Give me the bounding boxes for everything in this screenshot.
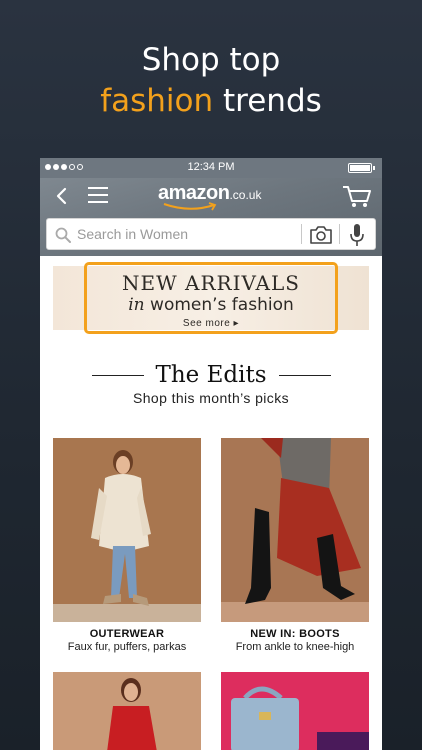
banner-subtitle-rest: women’s fashion xyxy=(144,295,294,315)
edits-subtitle: Shop this month’s picks xyxy=(132,390,289,406)
divider-line xyxy=(91,374,144,376)
edit-card-dress[interactable] xyxy=(53,672,201,750)
edit-card-outerwear[interactable]: OUTERWEAR Faux fur, puffers, parkas xyxy=(53,438,201,653)
banner-subtitle: in women’s fashion xyxy=(87,295,335,315)
search-icon[interactable] xyxy=(55,227,71,243)
promo-headline: Shop top fashion trends xyxy=(0,40,422,122)
banner-title: NEW ARRIVALS xyxy=(122,271,300,295)
bags-photo xyxy=(221,672,369,750)
camera-icon[interactable] xyxy=(309,225,333,245)
logo-word: amazon xyxy=(158,182,230,204)
card-description: Faux fur, puffers, parkas xyxy=(67,641,187,653)
outerwear-photo xyxy=(53,438,201,622)
promo-line-2-rest: trends xyxy=(213,83,322,119)
cart-icon[interactable] xyxy=(342,183,372,209)
new-arrivals-banner[interactable]: NEW ARRIVALS in women’s fashion See more… xyxy=(53,262,369,334)
battery-icon xyxy=(348,163,375,173)
edit-card-bags[interactable] xyxy=(221,672,369,750)
see-more-link[interactable]: See more ▸ xyxy=(87,318,335,329)
edit-card-boots[interactable]: NEW IN: BOOTS From ankle to knee-high xyxy=(221,438,369,653)
status-time: 12:34 PM xyxy=(187,161,235,173)
nav-bar: amazon.co.uk xyxy=(40,178,382,256)
card-label: NEW IN: BOOTS xyxy=(250,628,340,640)
boots-photo xyxy=(221,438,369,622)
amazon-logo[interactable]: amazon.co.uk xyxy=(158,182,261,212)
search-divider xyxy=(339,224,340,244)
logo-tld: .co.uk xyxy=(229,188,262,202)
search-divider xyxy=(301,224,302,244)
logo-smile-icon xyxy=(163,202,217,211)
divider-line xyxy=(278,374,331,376)
promo-line-1: Shop top xyxy=(141,42,281,78)
dress-photo xyxy=(53,672,201,750)
hamburger-menu-icon[interactable] xyxy=(88,187,108,203)
card-label: OUTERWEAR xyxy=(89,628,165,640)
edits-title: The Edits xyxy=(155,362,267,388)
status-bar: 12:34 PM xyxy=(40,158,382,178)
chevron-left-icon[interactable] xyxy=(52,186,72,206)
edits-header: The Edits Shop this month’s picks xyxy=(40,362,382,406)
banner-highlight-frame: NEW ARRIVALS in women’s fashion See more… xyxy=(84,262,338,334)
banner-subtitle-italic: in xyxy=(128,295,145,315)
search-bar xyxy=(46,218,376,250)
microphone-icon[interactable] xyxy=(349,223,365,247)
search-input[interactable] xyxy=(77,219,297,249)
promo-line-2: fashion trends xyxy=(0,81,422,122)
promo-accent-text: fashion xyxy=(100,83,214,119)
card-description: From ankle to knee-high xyxy=(235,641,355,653)
phone-screen: 12:34 PM amazon.co.uk Search in Women NE… xyxy=(40,158,382,750)
content-area: NEW ARRIVALS in women’s fashion See more… xyxy=(40,256,382,750)
